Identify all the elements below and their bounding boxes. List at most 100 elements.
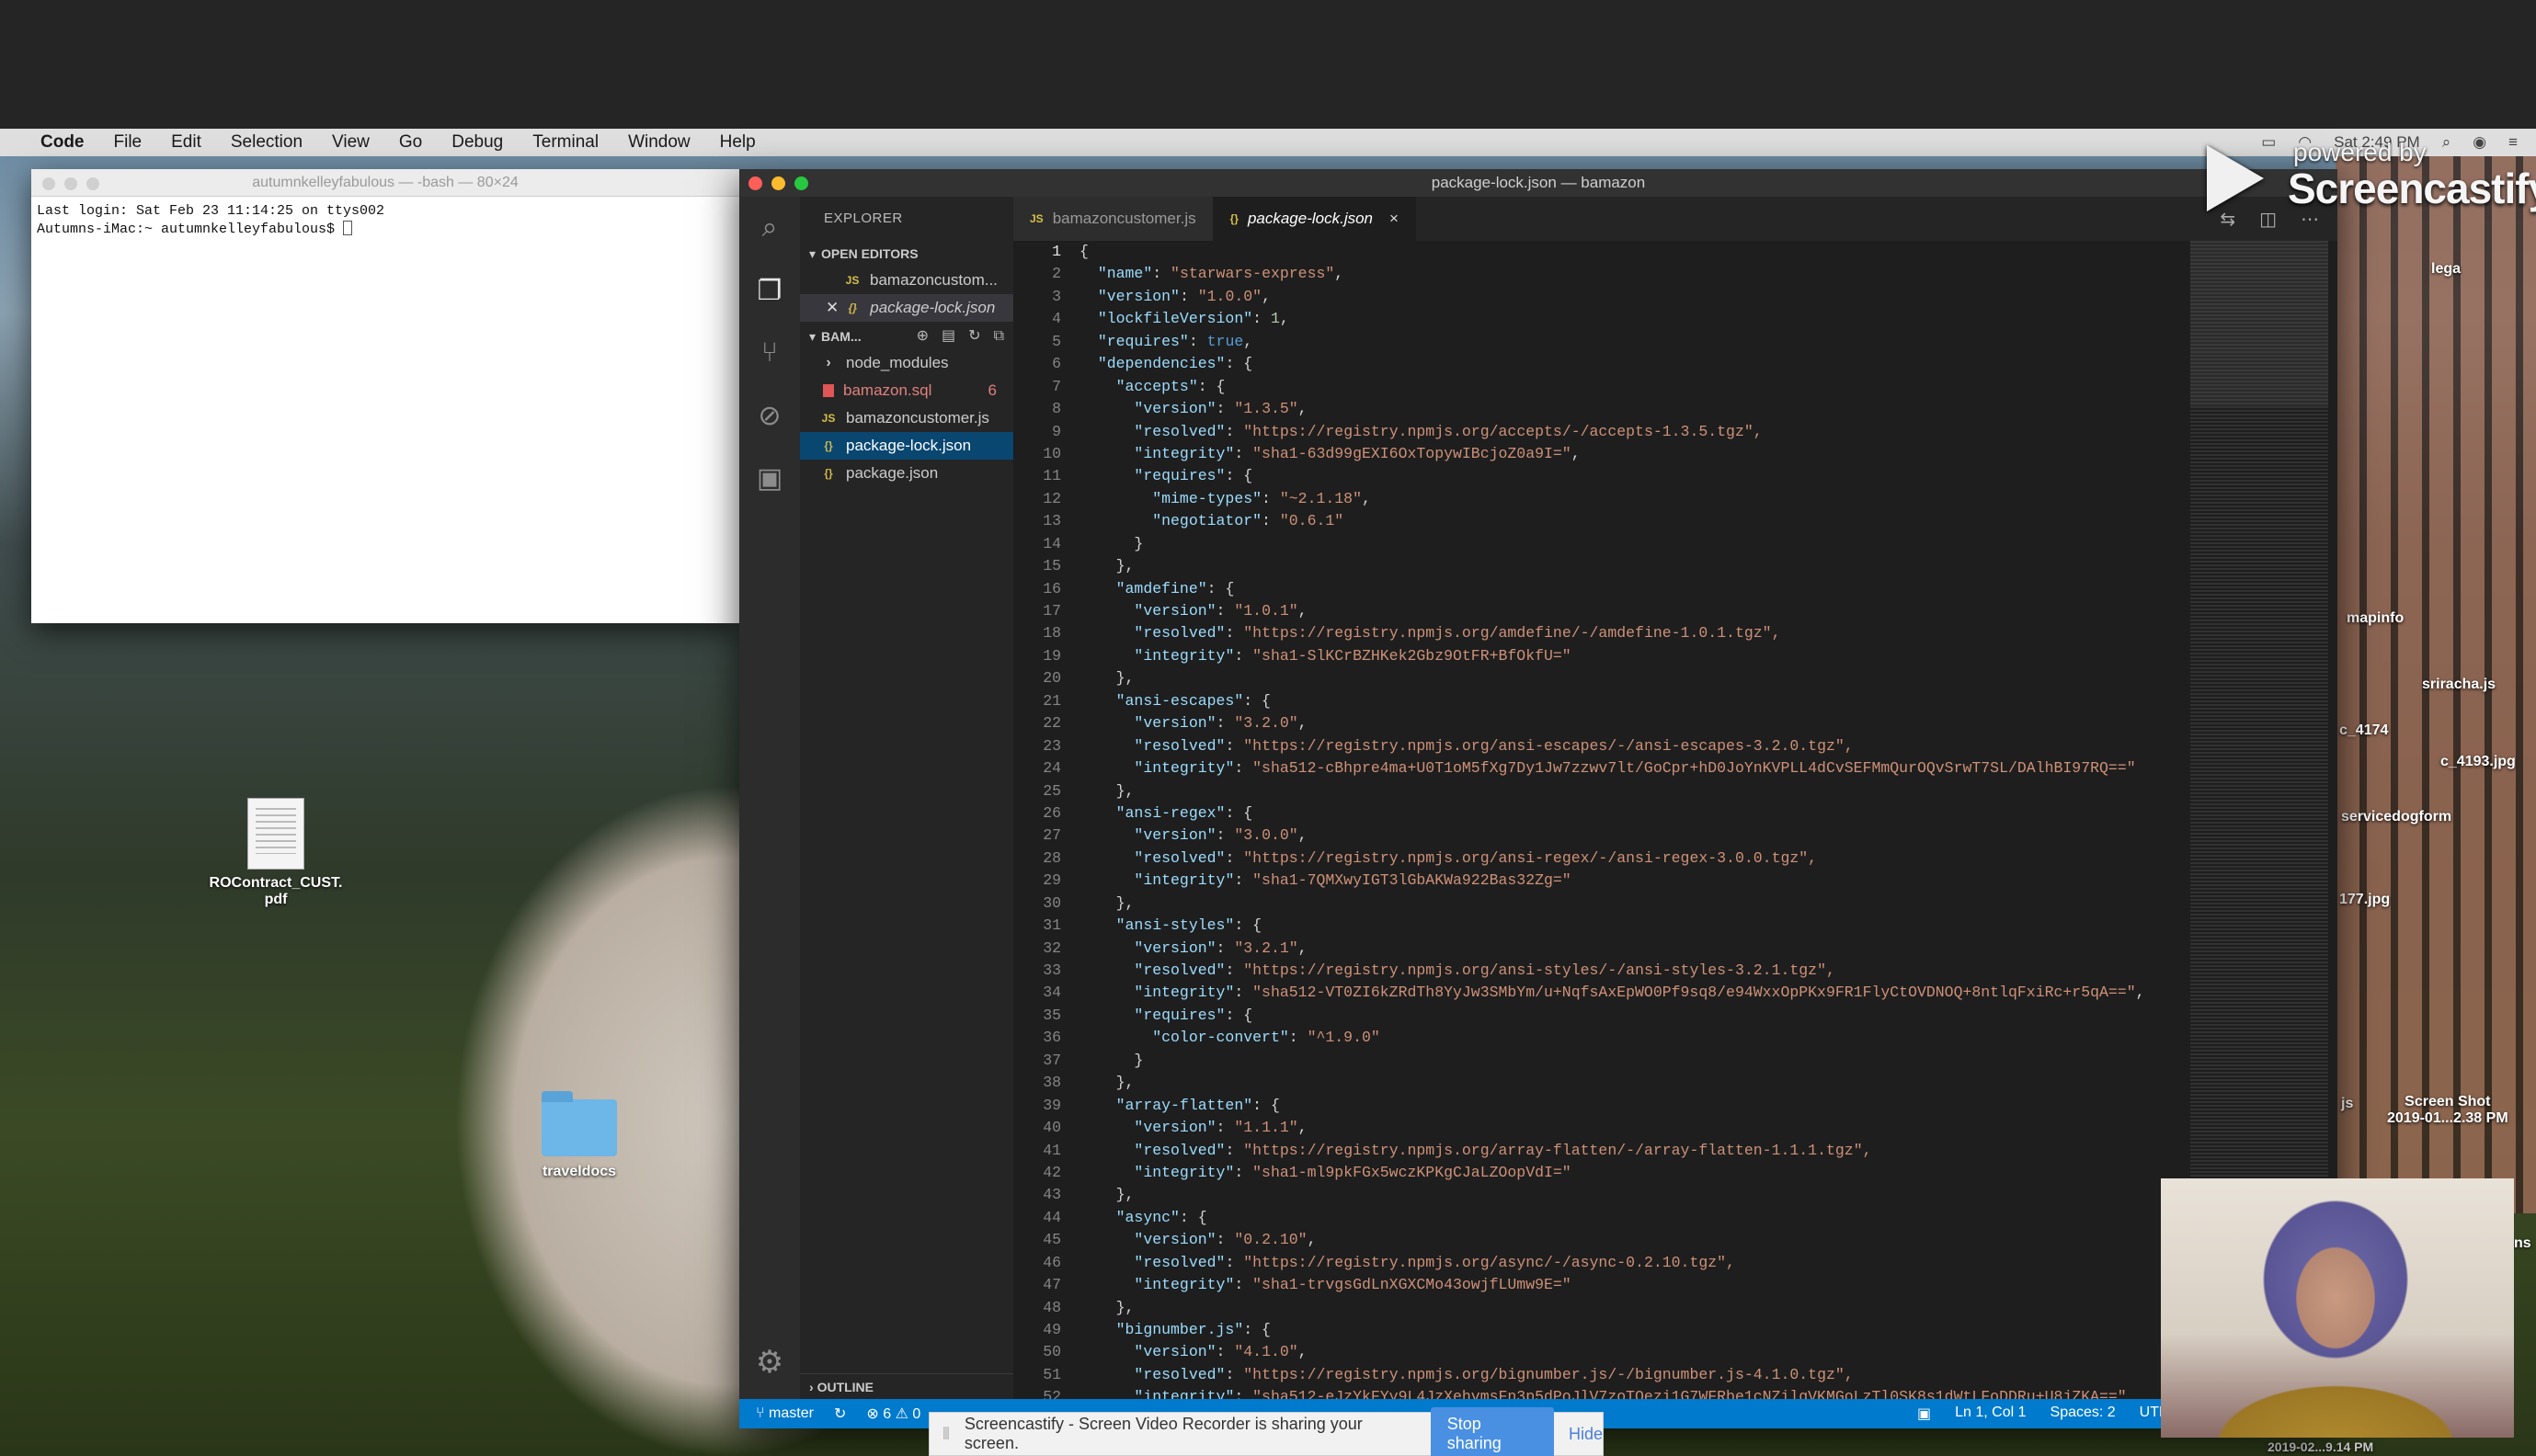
code-line[interactable]: 29 "integrity": "sha1-7QMXwyIGT3lGbAKWa9… xyxy=(1013,870,2181,892)
menu-selection[interactable]: Selection xyxy=(231,132,303,153)
folder-header[interactable]: ▾ BAM... ⊕ ▤ ↻ ⧉ xyxy=(800,324,1013,349)
new-folder-icon[interactable]: ▤ xyxy=(942,324,955,349)
code-line[interactable]: 25 }, xyxy=(1013,780,2181,802)
cursor-position[interactable]: Ln 1, Col 1 xyxy=(1955,1405,2026,1423)
code-line[interactable]: 2 "name": "starwars-express", xyxy=(1013,263,2181,285)
code-line[interactable]: 14 } xyxy=(1013,533,2181,555)
desktop-label[interactable]: 2019-02...9.14 PM xyxy=(2268,1439,2373,1454)
code-editor[interactable]: 1{2 "name": "starwars-express", 3 "versio… xyxy=(1013,241,2337,1399)
code-line[interactable]: 49 "bignumber.js": { xyxy=(1013,1319,2181,1341)
desktop-label[interactable]: ns xyxy=(2514,1235,2531,1252)
code-line[interactable]: 8 "version": "1.3.5", xyxy=(1013,398,2181,420)
branch-indicator[interactable]: ⑂ master xyxy=(756,1405,814,1422)
hide-button[interactable]: Hide xyxy=(1569,1425,1603,1444)
code-line[interactable]: 4 "lockfileVersion": 1, xyxy=(1013,308,2181,330)
code-line[interactable]: 6 "dependencies": { xyxy=(1013,353,2181,375)
desktop-label[interactable]: js xyxy=(2341,1096,2353,1112)
code-line[interactable]: 9 "resolved": "https://registry.npmjs.or… xyxy=(1013,421,2181,443)
code-line[interactable]: 46 "resolved": "https://registry.npmjs.o… xyxy=(1013,1252,2181,1274)
code-line[interactable]: 48 }, xyxy=(1013,1297,2181,1319)
code-line[interactable]: 50 "version": "4.1.0", xyxy=(1013,1341,2181,1363)
desktop-icon-folder[interactable]: traveldocs xyxy=(524,1091,634,1180)
code-line[interactable]: 22 "version": "3.2.0", xyxy=(1013,712,2181,734)
open-editors-header[interactable]: ▾ OPEN EDITORS xyxy=(800,241,1013,267)
terminal-toggle-icon[interactable]: ▣ xyxy=(1917,1405,1931,1423)
code-line[interactable]: 12 "mime-types": "~2.1.18", xyxy=(1013,488,2181,510)
menu-go[interactable]: Go xyxy=(399,132,422,153)
file-tree-item[interactable]: › node_modules xyxy=(800,349,1013,377)
stop-sharing-button[interactable]: Stop sharing xyxy=(1430,1407,1554,1456)
code-line[interactable]: 43 }, xyxy=(1013,1184,2181,1206)
close-button[interactable] xyxy=(42,177,55,190)
extensions-icon[interactable]: ▣ xyxy=(739,447,800,509)
code-line[interactable]: 17 "version": "1.0.1", xyxy=(1013,600,2181,622)
code-line[interactable]: 38 }, xyxy=(1013,1072,2181,1094)
code-line[interactable]: 13 "negotiator": "0.6.1" xyxy=(1013,510,2181,532)
code-line[interactable]: 40 "version": "1.1.1", xyxy=(1013,1117,2181,1139)
code-line[interactable]: 44 "async": { xyxy=(1013,1207,2181,1229)
code-line[interactable]: 35 "requires": { xyxy=(1013,1005,2181,1027)
desktop-label[interactable]: sriracha.js xyxy=(2422,677,2496,693)
code-line[interactable]: 15 }, xyxy=(1013,555,2181,577)
code-line[interactable]: 36 "color-convert": "^1.9.0" xyxy=(1013,1027,2181,1049)
code-line[interactable]: 37 } xyxy=(1013,1050,2181,1072)
code-line[interactable]: 18 "resolved": "https://registry.npmjs.o… xyxy=(1013,622,2181,644)
code-line[interactable]: 10 "integrity": "sha1-63d99gEXI6OxTopywI… xyxy=(1013,443,2181,465)
code-line[interactable]: 24 "integrity": "sha512-cBhpre4ma+U0T1oM… xyxy=(1013,757,2181,779)
code-line[interactable]: 21 "ansi-escapes": { xyxy=(1013,690,2181,712)
code-line[interactable]: 52 "integrity": "sha512-eJzYkFYy9L4JzXeh… xyxy=(1013,1386,2181,1399)
outline-header[interactable]: › OUTLINE xyxy=(800,1373,1013,1399)
collapse-all-icon[interactable]: ⧉ xyxy=(994,324,1004,349)
code-line[interactable]: 34 "integrity": "sha512-VT0ZI6kZRdTh8YyJ… xyxy=(1013,982,2181,1004)
indentation[interactable]: Spaces: 2 xyxy=(2051,1405,2116,1423)
vscode-titlebar[interactable]: package-lock.json — bamazon xyxy=(739,169,2337,197)
code-area[interactable]: 1{2 "name": "starwars-express", 3 "versio… xyxy=(1013,241,2181,1399)
code-line[interactable]: 19 "integrity": "sha1-SlKCrBZHKek2Gbz9Ot… xyxy=(1013,645,2181,667)
code-line[interactable]: 30 }, xyxy=(1013,893,2181,915)
terminal-window[interactable]: autumnkelleyfabulous — -bash — 80×24 Las… xyxy=(31,169,739,623)
code-line[interactable]: 5 "requires": true, xyxy=(1013,331,2181,353)
code-line[interactable]: 41 "resolved": "https://registry.npmjs.o… xyxy=(1013,1140,2181,1162)
code-line[interactable]: 23 "resolved": "https://registry.npmjs.o… xyxy=(1013,735,2181,757)
debug-icon[interactable]: ⊘ xyxy=(739,384,800,447)
code-line[interactable]: 45 "version": "0.2.10", xyxy=(1013,1229,2181,1251)
code-line[interactable]: 31 "ansi-styles": { xyxy=(1013,915,2181,937)
code-line[interactable]: 1{ xyxy=(1013,241,2181,263)
desktop-label[interactable]: 177.jpg xyxy=(2339,892,2390,908)
menu-help[interactable]: Help xyxy=(720,132,756,153)
explorer-icon[interactable]: ❐ xyxy=(739,259,800,322)
minimize-button[interactable] xyxy=(64,177,77,190)
close-icon[interactable]: ✕ xyxy=(826,294,839,322)
code-line[interactable]: 42 "integrity": "sha1-ml9pkFGx5wczKPKgCJ… xyxy=(1013,1162,2181,1184)
drag-handle-icon[interactable]: ⦀ xyxy=(942,1425,950,1444)
tab-bamazoncustomer[interactable]: JS bamazoncustomer.js xyxy=(1013,197,1214,241)
close-button[interactable] xyxy=(748,176,762,190)
menu-app-name[interactable]: Code xyxy=(40,132,85,153)
code-line[interactable]: 39 "array-flatten": { xyxy=(1013,1095,2181,1117)
menu-window[interactable]: Window xyxy=(628,132,691,153)
desktop-label[interactable]: Screen Shot 2019-01...2.38 PM xyxy=(2387,1094,2508,1127)
menu-view[interactable]: View xyxy=(332,132,370,153)
desktop-label[interactable]: lega xyxy=(2431,261,2461,278)
search-icon[interactable]: ⌕ xyxy=(739,197,800,259)
minimize-button[interactable] xyxy=(771,176,785,190)
code-line[interactable]: 32 "version": "3.2.1", xyxy=(1013,938,2181,960)
file-tree-item[interactable]: {} package.json xyxy=(800,460,1013,487)
tab-package-lock[interactable]: {} package-lock.json × xyxy=(1213,197,1416,241)
zoom-button[interactable] xyxy=(794,176,808,190)
terminal-titlebar[interactable]: autumnkelleyfabulous — -bash — 80×24 xyxy=(31,169,739,197)
code-line[interactable]: 27 "version": "3.0.0", xyxy=(1013,825,2181,847)
code-line[interactable]: 47 "integrity": "sha1-trvgsGdLnXGXCMo43o… xyxy=(1013,1274,2181,1296)
desktop-label[interactable]: c_4193.jpg xyxy=(2440,754,2516,770)
desktop-icon-pdf[interactable]: ROContract_CUST. pdf xyxy=(202,798,349,908)
code-line[interactable]: 16 "amdefine": { xyxy=(1013,578,2181,600)
desktop-label[interactable]: servicedogform xyxy=(2341,809,2451,825)
sync-icon[interactable]: ↻ xyxy=(834,1405,846,1423)
vscode-window[interactable]: package-lock.json — bamazon ⌕ ❐ ⑂ ⊘ ▣ ⚙ … xyxy=(739,169,2337,1428)
open-editor-item[interactable]: JS bamazoncustom... xyxy=(800,267,1013,294)
code-line[interactable]: 20 }, xyxy=(1013,667,2181,689)
code-line[interactable]: 28 "resolved": "https://registry.npmjs.o… xyxy=(1013,847,2181,870)
desktop-label[interactable]: mapinfo xyxy=(2347,610,2404,627)
zoom-button[interactable] xyxy=(86,177,99,190)
refresh-icon[interactable]: ↻ xyxy=(968,324,980,349)
